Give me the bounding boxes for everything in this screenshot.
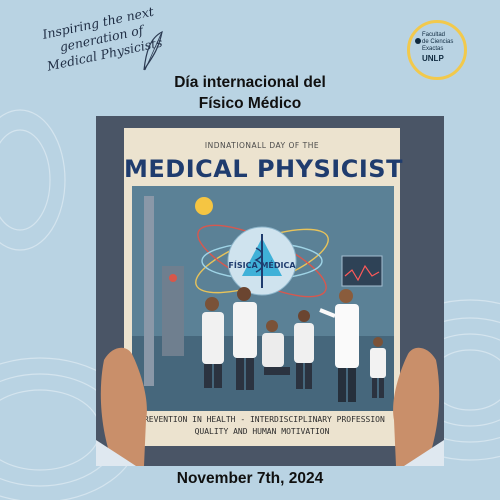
poster-footer: PREVENTION IN HEALTH - INTERDISCIPLINARY… (124, 414, 400, 438)
logo-line-1: Facultad (422, 32, 446, 38)
equipment-column (144, 196, 154, 386)
poster-footer-line-2: QUALITY AND HUMAN MOTIVATION (194, 427, 330, 436)
event-date: November 7th, 2024 (176, 470, 324, 487)
poster-illustration: FÍSICA MÉDICA (132, 186, 394, 411)
emblem-label: FÍSICA MÉDICA (228, 259, 296, 270)
title-line-2: Físico Médico (198, 95, 302, 112)
feather-quill-icon (143, 30, 163, 71)
poster: INDNATIONALL DAY OF THE MEDICAL PHYSICIS… (124, 128, 403, 446)
logo-emblem-icon (415, 38, 421, 44)
faculty-logo: Facultad de Ciencias Exactas UNLP (407, 20, 467, 80)
poster-big-title: MEDICAL PHYSICIST (124, 155, 403, 183)
logo-line-4: UNLP (422, 54, 444, 63)
page-title: Día internacional del Físico Médico (150, 72, 350, 114)
logo-line-3: Exactas (422, 46, 444, 52)
poster-footer-line-1: PREVENTION IN HEALTH - INTERDISCIPLINARY… (139, 415, 385, 424)
light-bulb-icon (195, 197, 213, 215)
logo-line-2: de Ciencias (422, 39, 454, 45)
poster-small-title: INDNATIONALL DAY OF THE (204, 141, 320, 150)
title-line-1: Día internacional del (174, 74, 326, 91)
